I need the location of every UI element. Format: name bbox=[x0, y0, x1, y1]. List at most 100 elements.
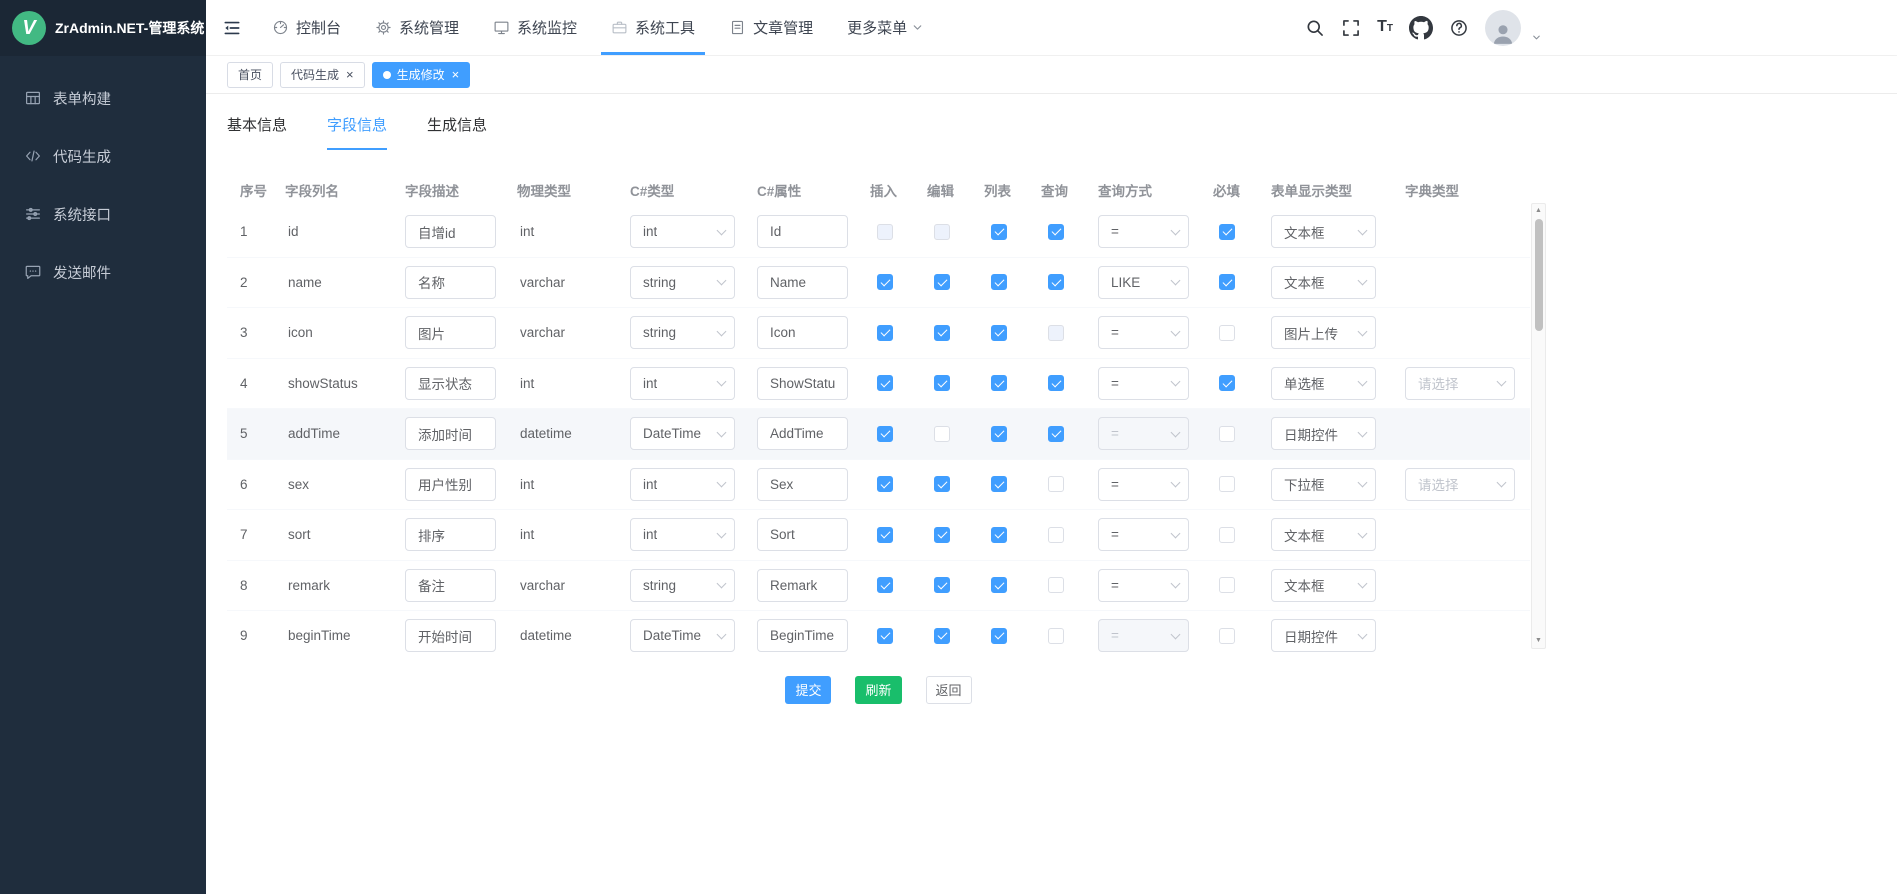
list-checkbox[interactable] bbox=[991, 375, 1007, 391]
list-checkbox[interactable] bbox=[991, 274, 1007, 290]
cs-type-select[interactable]: DateTime bbox=[630, 619, 735, 652]
list-checkbox[interactable] bbox=[991, 476, 1007, 492]
cs-property-input[interactable] bbox=[757, 468, 848, 501]
query-checkbox[interactable] bbox=[1048, 375, 1064, 391]
help-icon[interactable] bbox=[1449, 18, 1469, 38]
content-tab[interactable]: 生成信息 bbox=[427, 114, 487, 150]
display-type-select[interactable]: 单选框 bbox=[1271, 367, 1376, 400]
scroll-up-icon[interactable]: ▲ bbox=[1532, 205, 1545, 217]
cs-property-input[interactable] bbox=[757, 518, 848, 551]
cs-property-input[interactable] bbox=[757, 367, 848, 400]
edit-checkbox[interactable] bbox=[934, 375, 950, 391]
display-type-select[interactable]: 日期控件 bbox=[1271, 417, 1376, 450]
cs-type-select[interactable]: string bbox=[630, 316, 735, 349]
display-type-select[interactable]: 文本框 bbox=[1271, 569, 1376, 602]
field-description-input[interactable] bbox=[405, 367, 496, 400]
query-checkbox[interactable] bbox=[1048, 274, 1064, 290]
github-icon[interactable] bbox=[1409, 16, 1433, 40]
list-checkbox[interactable] bbox=[991, 325, 1007, 341]
dict-type-select[interactable]: 请选择 bbox=[1405, 468, 1515, 501]
list-checkbox[interactable] bbox=[991, 527, 1007, 543]
query-checkbox[interactable] bbox=[1048, 577, 1064, 593]
query-type-select[interactable]: = bbox=[1098, 215, 1189, 248]
query-type-select[interactable]: = bbox=[1098, 569, 1189, 602]
cs-type-select[interactable]: int bbox=[630, 215, 735, 248]
cs-property-input[interactable] bbox=[757, 316, 848, 349]
tab-close-icon[interactable]: × bbox=[452, 68, 460, 81]
display-type-select[interactable]: 文本框 bbox=[1271, 215, 1376, 248]
search-icon[interactable] bbox=[1305, 18, 1325, 38]
tag-view-tab[interactable]: 代码生成× bbox=[280, 62, 365, 88]
insert-checkbox[interactable] bbox=[877, 325, 893, 341]
query-checkbox[interactable] bbox=[1048, 426, 1064, 442]
edit-checkbox[interactable] bbox=[934, 325, 950, 341]
sidebar-item[interactable]: 发送邮件 bbox=[0, 243, 206, 301]
required-checkbox[interactable] bbox=[1219, 527, 1235, 543]
tab-close-icon[interactable]: × bbox=[346, 68, 354, 81]
edit-checkbox[interactable] bbox=[934, 426, 950, 442]
display-type-select[interactable]: 下拉框 bbox=[1271, 468, 1376, 501]
cs-type-select[interactable]: string bbox=[630, 266, 735, 299]
sidebar-item[interactable]: 系统接口 bbox=[0, 185, 206, 243]
cs-type-select[interactable]: DateTime bbox=[630, 417, 735, 450]
sidebar-item[interactable]: 表单构建 bbox=[0, 69, 206, 127]
content-tab[interactable]: 基本信息 bbox=[227, 114, 287, 150]
menu-fold-icon[interactable] bbox=[222, 18, 242, 38]
edit-checkbox[interactable] bbox=[934, 527, 950, 543]
insert-checkbox[interactable] bbox=[877, 476, 893, 492]
required-checkbox[interactable] bbox=[1219, 274, 1235, 290]
scrollbar-thumb[interactable] bbox=[1535, 219, 1543, 331]
edit-checkbox[interactable] bbox=[934, 628, 950, 644]
sidebar-item[interactable]: 代码生成 bbox=[0, 127, 206, 185]
font-size-icon[interactable]: TT bbox=[1377, 17, 1393, 39]
cs-property-input[interactable] bbox=[757, 569, 848, 602]
avatar[interactable] bbox=[1485, 10, 1521, 46]
list-checkbox[interactable] bbox=[991, 628, 1007, 644]
display-type-select[interactable]: 文本框 bbox=[1271, 266, 1376, 299]
field-description-input[interactable] bbox=[405, 619, 496, 652]
required-checkbox[interactable] bbox=[1219, 375, 1235, 391]
back-button[interactable]: 返回 bbox=[926, 676, 972, 704]
query-type-select[interactable]: = bbox=[1098, 316, 1189, 349]
submit-button[interactable]: 提交 bbox=[785, 676, 831, 704]
field-description-input[interactable] bbox=[405, 215, 496, 248]
edit-checkbox[interactable] bbox=[934, 577, 950, 593]
refresh-button[interactable]: 刷新 bbox=[855, 676, 901, 704]
display-type-select[interactable]: 日期控件 bbox=[1271, 619, 1376, 652]
cs-type-select[interactable]: int bbox=[630, 518, 735, 551]
nav-item[interactable]: 更多菜单 bbox=[830, 0, 948, 55]
tag-view-tab[interactable]: 生成修改× bbox=[372, 62, 471, 88]
cs-type-select[interactable]: int bbox=[630, 468, 735, 501]
content-tab[interactable]: 字段信息 bbox=[327, 114, 387, 150]
edit-checkbox[interactable] bbox=[934, 476, 950, 492]
table-scrollbar[interactable]: ▲ ▼ bbox=[1531, 203, 1546, 649]
query-type-select[interactable]: = bbox=[1098, 468, 1189, 501]
insert-checkbox[interactable] bbox=[877, 274, 893, 290]
required-checkbox[interactable] bbox=[1219, 426, 1235, 442]
required-checkbox[interactable] bbox=[1219, 224, 1235, 240]
insert-checkbox[interactable] bbox=[877, 527, 893, 543]
list-checkbox[interactable] bbox=[991, 577, 1007, 593]
field-description-input[interactable] bbox=[405, 266, 496, 299]
query-checkbox[interactable] bbox=[1048, 628, 1064, 644]
insert-checkbox[interactable] bbox=[877, 375, 893, 391]
field-description-input[interactable] bbox=[405, 569, 496, 602]
fullscreen-icon[interactable] bbox=[1341, 18, 1361, 38]
insert-checkbox[interactable] bbox=[877, 426, 893, 442]
required-checkbox[interactable] bbox=[1219, 577, 1235, 593]
list-checkbox[interactable] bbox=[991, 426, 1007, 442]
scroll-down-icon[interactable]: ▼ bbox=[1532, 635, 1545, 647]
field-description-input[interactable] bbox=[405, 468, 496, 501]
query-checkbox[interactable] bbox=[1048, 224, 1064, 240]
tag-view-tab[interactable]: 首页 bbox=[227, 62, 273, 88]
avatar-caret-icon[interactable] bbox=[1531, 32, 1542, 43]
display-type-select[interactable]: 图片上传 bbox=[1271, 316, 1376, 349]
nav-item[interactable]: 控制台 bbox=[255, 0, 358, 55]
field-description-input[interactable] bbox=[405, 417, 496, 450]
nav-item[interactable]: 系统工具 bbox=[594, 0, 712, 55]
required-checkbox[interactable] bbox=[1219, 325, 1235, 341]
list-checkbox[interactable] bbox=[991, 224, 1007, 240]
nav-item[interactable]: 系统管理 bbox=[358, 0, 476, 55]
query-type-select[interactable]: LIKE bbox=[1098, 266, 1189, 299]
query-checkbox[interactable] bbox=[1048, 527, 1064, 543]
